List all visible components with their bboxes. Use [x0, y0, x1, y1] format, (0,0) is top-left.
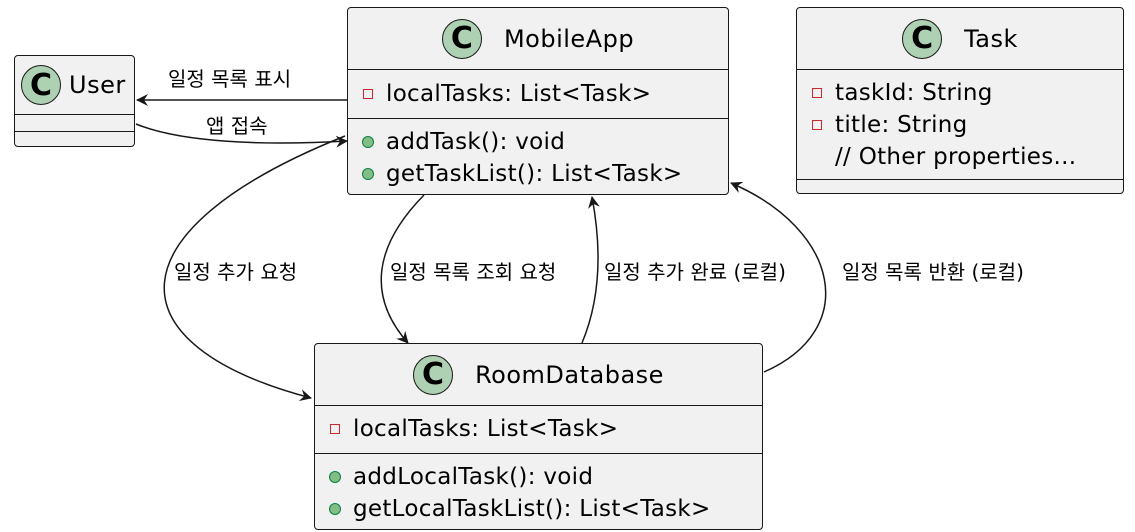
class-mobileapp-methods: addTask(): void getTaskList(): List<Task…	[348, 119, 728, 196]
private-marker-icon	[329, 424, 341, 434]
field-text: taskId: String	[835, 80, 993, 106]
label-app-access: 앱 접속	[206, 114, 268, 138]
public-marker-icon	[329, 471, 341, 483]
public-marker-icon	[362, 168, 374, 180]
class-icon: C	[441, 18, 482, 59]
method-text: getLocalTaskList(): List<Task>	[353, 496, 711, 522]
class-name: RoomDatabase	[475, 360, 664, 389]
class-task-header: C Task	[797, 8, 1123, 70]
label-show-schedule-list: 일정 목록 표시	[168, 67, 292, 91]
field-text: // Other properties...	[835, 144, 1077, 170]
field-text: localTasks: List<Task>	[353, 416, 619, 442]
method-text: addLocalTask(): void	[353, 464, 594, 490]
class-task-fields: taskId: String title: String // Other pr…	[797, 70, 1123, 180]
class-name: User	[69, 71, 126, 99]
label-list-query-request: 일정 목록 조회 요청	[390, 260, 557, 284]
field-row: // Other properties...	[811, 141, 1123, 173]
method-text: addTask(): void	[386, 129, 566, 155]
class-user-methods	[15, 132, 134, 146]
class-user[interactable]: C User	[14, 55, 135, 147]
method-row: addTask(): void	[362, 126, 728, 158]
class-name: MobileApp	[503, 24, 635, 53]
class-mobileapp-fields: localTasks: List<Task>	[348, 70, 728, 119]
field-text: localTasks: List<Task>	[386, 81, 652, 107]
label-list-return-local: 일정 목록 반환 (로컬)	[842, 260, 1024, 284]
private-marker-icon	[811, 88, 823, 98]
class-icon: C	[21, 65, 61, 105]
private-marker-icon	[362, 89, 374, 99]
field-row: taskId: String	[811, 77, 1123, 109]
public-marker-icon	[362, 136, 374, 148]
arrow-add-complete-local	[581, 196, 600, 344]
public-marker-icon	[329, 503, 341, 515]
class-mobileapp[interactable]: C MobileApp localTasks: List<Task> addTa…	[347, 7, 729, 195]
class-roomdatabase-fields: localTasks: List<Task>	[315, 406, 762, 454]
label-add-complete-local: 일정 추가 완료 (로컬)	[604, 260, 786, 284]
private-marker-icon	[811, 120, 823, 130]
class-icon: C	[413, 354, 454, 395]
class-mobileapp-header: C MobileApp	[348, 8, 728, 70]
class-name: Task	[964, 24, 1018, 53]
field-text: title: String	[835, 112, 968, 138]
method-text: getTaskList(): List<Task>	[386, 161, 683, 187]
class-user-header: C User	[15, 56, 134, 115]
class-icon: C	[902, 18, 943, 59]
class-task-methods	[797, 180, 1123, 192]
method-row: getLocalTaskList(): List<Task>	[329, 493, 762, 525]
class-roomdatabase[interactable]: C RoomDatabase localTasks: List<Task> ad…	[314, 343, 763, 530]
method-row: addLocalTask(): void	[329, 461, 762, 493]
field-row: title: String	[811, 109, 1123, 141]
class-roomdatabase-methods: addLocalTask(): void getLocalTaskList():…	[315, 454, 762, 531]
class-roomdatabase-header: C RoomDatabase	[315, 344, 762, 406]
class-task[interactable]: C Task taskId: String title: String // O…	[796, 7, 1124, 194]
field-row: localTasks: List<Task>	[329, 413, 762, 445]
class-user-fields	[15, 115, 134, 132]
method-row: getTaskList(): List<Task>	[362, 158, 728, 190]
field-row: localTasks: List<Task>	[362, 78, 728, 110]
label-add-request: 일정 추가 요청	[174, 260, 298, 284]
